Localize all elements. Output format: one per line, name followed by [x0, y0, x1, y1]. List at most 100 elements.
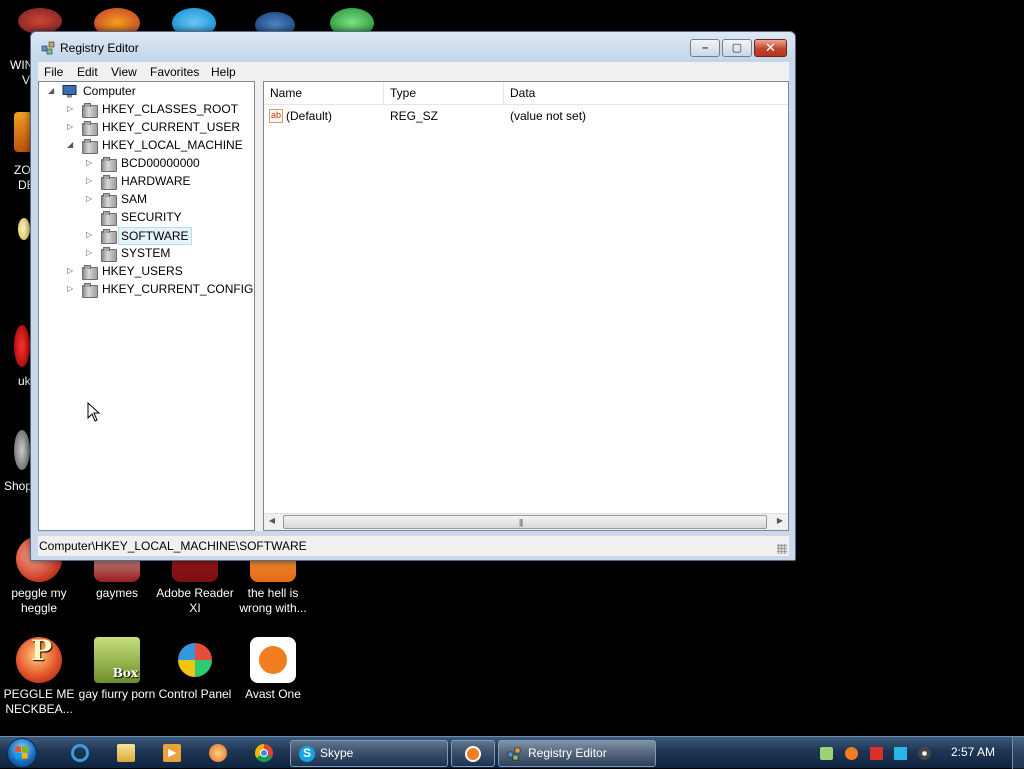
expand-arrow-icon[interactable]: ▷ [67, 262, 77, 280]
string-value-icon: ab [269, 109, 283, 123]
paint-icon [209, 744, 227, 762]
show-desktop-button[interactable] [1012, 737, 1024, 769]
expand-arrow-icon[interactable]: ▷ [86, 172, 96, 190]
folder-icon [101, 211, 117, 226]
taskbar-button-registry-editor[interactable]: Registry Editor [498, 740, 656, 767]
tree-node-label: SAM [121, 192, 148, 206]
tray-volume-icon[interactable] [918, 747, 931, 760]
media-player-icon: ▶ [163, 744, 181, 762]
pinned-media-player[interactable]: ▶ [154, 741, 190, 765]
tree-node-label: HARDWARE [121, 174, 191, 188]
box-game-icon: Box [94, 637, 140, 683]
expand-arrow-icon[interactable]: ▷ [67, 100, 77, 118]
pinned-paint[interactable] [200, 741, 236, 765]
menu-bar: File Edit View Favorites Help [38, 62, 789, 82]
tree-node-hkey-current-config[interactable]: ▷ HKEY_CURRENT_CONFIG [39, 280, 254, 298]
menu-view[interactable]: View [111, 65, 137, 79]
tree-node-software[interactable]: ▷ SOFTWARE [39, 226, 254, 245]
folder-icon [101, 193, 117, 208]
folder-icon [82, 103, 98, 118]
menu-edit[interactable]: Edit [77, 65, 98, 79]
expand-arrow-icon[interactable]: ▷ [67, 118, 77, 136]
window-client: ◢ Computer ▷ HKEY_CLASSES_ROOT ▷ HKEY_CU… [38, 81, 789, 531]
desktop-partial-label: V [22, 73, 31, 87]
taskbar-button-skype[interactable]: S Skype [290, 740, 448, 767]
folder-icon [101, 157, 117, 172]
regedit-icon [41, 41, 55, 55]
desktop-icon-label: gaymes [95, 586, 139, 600]
tree-node-security[interactable]: SECURITY [39, 208, 254, 226]
start-button[interactable] [3, 737, 45, 769]
folder-icon [82, 265, 98, 280]
desktop-icon-control-panel[interactable]: Control Panel [156, 637, 234, 702]
flower-icon[interactable] [18, 218, 30, 240]
avast-icon [250, 637, 296, 683]
collapse-arrow-icon[interactable]: ◢ [67, 136, 77, 154]
box-badge: Box [112, 666, 138, 680]
tray-network-icon[interactable] [820, 747, 833, 760]
tree-node-label: BCD00000000 [121, 156, 200, 170]
menu-favorites[interactable]: Favorites [150, 65, 199, 79]
status-path: Computer\HKEY_LOCAL_MACHINE\SOFTWARE [39, 539, 307, 553]
scroll-right-arrow-icon[interactable]: ▶ [774, 516, 786, 525]
minimize-button[interactable]: – [690, 39, 720, 57]
collapse-arrow-icon[interactable]: ◢ [48, 82, 58, 100]
title-bar[interactable]: Registry Editor – ▢ ✕ [31, 32, 795, 62]
scroll-left-arrow-icon[interactable]: ◀ [266, 516, 278, 525]
desktop-icon-avast-one[interactable]: Avast One [234, 637, 312, 702]
desktop-icon-label: Adobe Reader XI [156, 586, 234, 615]
maximize-button[interactable]: ▢ [722, 39, 752, 57]
tree-node-computer[interactable]: ◢ Computer [39, 82, 254, 100]
desktop-icon-partial-shop[interactable] [14, 430, 30, 470]
pinned-chrome[interactable] [246, 741, 282, 765]
tree-node-hkey-current-user[interactable]: ▷ HKEY_CURRENT_USER [39, 118, 254, 136]
folder-icon [82, 121, 98, 136]
desktop: WIN V ZO DE uk Shop peggle my heggle gay… [0, 0, 1024, 736]
windows-logo-icon [7, 738, 37, 768]
values-list[interactable]: Name Type Data ab (Default) REG_SZ (valu… [263, 81, 789, 531]
tree-node-sam[interactable]: ▷ SAM [39, 190, 254, 208]
tree-node-hardware[interactable]: ▷ HARDWARE [39, 172, 254, 190]
regedit-icon [507, 747, 521, 761]
desktop-icon-gay-fiurry-porn[interactable]: Box gay fiurry porn [78, 637, 156, 702]
skype-icon: S [299, 746, 315, 762]
scrollbar-thumb[interactable]: ||| [283, 515, 767, 529]
computer-icon [62, 85, 77, 98]
taskbar-button-label: Registry Editor [528, 746, 607, 760]
tree-node-system[interactable]: ▷ SYSTEM [39, 244, 254, 262]
desktop-icon-label: Control Panel [158, 687, 232, 701]
menu-file[interactable]: File [44, 65, 63, 79]
registry-tree[interactable]: ◢ Computer ▷ HKEY_CLASSES_ROOT ▷ HKEY_CU… [38, 81, 255, 531]
expand-arrow-icon[interactable]: ▷ [86, 226, 96, 244]
tree-node-hkey-classes-root[interactable]: ▷ HKEY_CLASSES_ROOT [39, 100, 254, 118]
pinned-internet-explorer[interactable] [62, 741, 98, 765]
tree-node-label: HKEY_LOCAL_MACHINE [102, 138, 243, 152]
registry-editor-window: Registry Editor – ▢ ✕ File Edit View Fav… [30, 31, 796, 561]
folder-open-icon [82, 139, 98, 154]
expand-arrow-icon[interactable]: ▷ [86, 154, 96, 172]
taskbar-button-avast[interactable] [451, 740, 495, 767]
minimize-icon: – [701, 42, 709, 54]
tree-node-hkey-local-machine[interactable]: ◢ HKEY_LOCAL_MACHINE [39, 136, 254, 154]
tree-node-bcd00000000[interactable]: ▷ BCD00000000 [39, 154, 254, 172]
tray-avast-icon[interactable] [845, 747, 858, 760]
expand-arrow-icon[interactable]: ▷ [86, 190, 96, 208]
pane-splitter[interactable] [255, 81, 263, 531]
list-row-default[interactable]: ab (Default) REG_SZ (value not set) [264, 82, 788, 126]
desktop-icon-partial-red[interactable] [14, 325, 30, 367]
expand-arrow-icon[interactable]: ▷ [67, 280, 77, 298]
pinned-file-explorer[interactable] [108, 741, 144, 765]
resize-grip-icon[interactable] [777, 544, 787, 554]
horizontal-scrollbar[interactable]: ◀ ||| ▶ [264, 513, 788, 530]
expand-arrow-icon[interactable]: ▷ [86, 244, 96, 262]
tree-node-hkey-users[interactable]: ▷ HKEY_USERS [39, 262, 254, 280]
tray-flag-icon[interactable] [870, 747, 883, 760]
taskbar-button-label: Skype [320, 746, 354, 760]
desktop-partial-label: Shop [4, 479, 33, 493]
tree-node-label: HKEY_CLASSES_ROOT [102, 102, 239, 116]
tray-display-icon[interactable] [894, 747, 907, 760]
tray-clock[interactable]: 2:57 AM [951, 745, 995, 759]
desktop-icon-peggle-me[interactable]: P PEGGLE ME NECKBEA... [0, 637, 78, 717]
close-button[interactable]: ✕ [754, 39, 787, 57]
menu-help[interactable]: Help [211, 65, 236, 79]
